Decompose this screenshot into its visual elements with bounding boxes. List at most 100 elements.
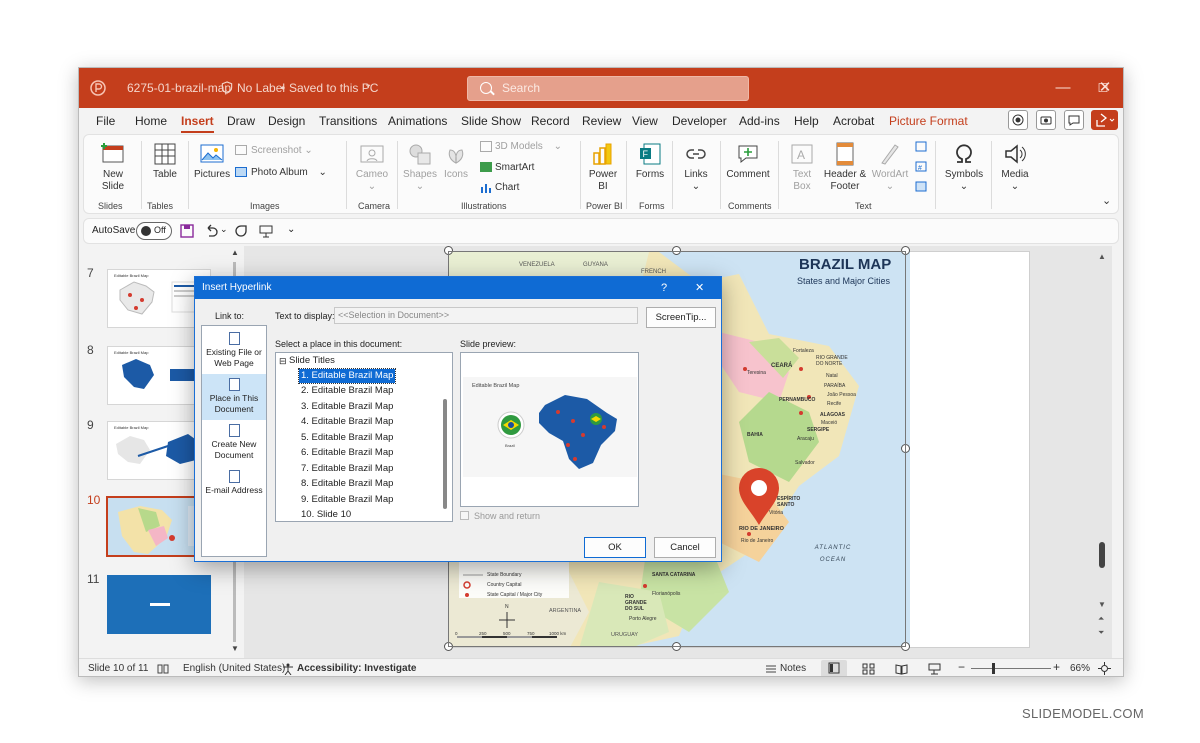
text-box-button[interactable]: A Text Box: [784, 141, 820, 193]
resize-handle[interactable]: [901, 444, 910, 453]
tab-developer[interactable]: Developer: [672, 114, 727, 128]
forms-button[interactable]: F Forms: [632, 141, 668, 181]
slide-subtitle[interactable]: States and Major Cities: [797, 276, 890, 286]
previous-slide-icon[interactable]: ⏶: [1098, 614, 1104, 624]
icons-button[interactable]: Icons: [440, 141, 472, 181]
screenshot-button[interactable]: Screenshot ⌄: [235, 145, 313, 157]
search-box[interactable]: Search: [467, 76, 749, 101]
scroll-thumb[interactable]: [1099, 542, 1105, 568]
help-button[interactable]: ?: [661, 277, 667, 299]
redo-icon[interactable]: [234, 224, 248, 238]
tree-scroll-thumb[interactable]: [443, 399, 447, 509]
save-icon[interactable]: [180, 224, 194, 238]
tab-home[interactable]: Home: [135, 114, 167, 128]
link-existing-file-option[interactable]: Existing File or Web Page: [202, 328, 266, 374]
tree-root[interactable]: Slide Titles: [289, 354, 335, 368]
header-footer-button[interactable]: Header & Footer: [822, 141, 868, 193]
sensitivity-label[interactable]: No Label: [237, 81, 285, 95]
shapes-button[interactable]: Shapes ⌄: [402, 141, 438, 193]
resize-handle[interactable]: [672, 642, 681, 651]
tab-add-ins[interactable]: Add-ins: [739, 114, 780, 128]
minimize-button[interactable]: —: [1043, 68, 1083, 108]
close-window-button[interactable]: ✕: [1085, 68, 1123, 108]
language-indicator[interactable]: English (United States): [183, 663, 285, 674]
tree-item[interactable]: 6. Editable Brazil Map: [299, 446, 395, 460]
camera-button[interactable]: [1036, 110, 1056, 130]
fit-to-window-icon[interactable]: [1098, 662, 1111, 675]
resize-handle[interactable]: [901, 642, 910, 651]
date-time-button[interactable]: [914, 141, 928, 156]
chevron-down-icon[interactable]: ⌄: [364, 79, 372, 90]
zoom-in-button[interactable]: +: [1053, 660, 1060, 674]
scroll-up-icon[interactable]: ▲: [1098, 252, 1106, 261]
scroll-down-icon[interactable]: ▼: [1098, 600, 1106, 609]
resize-handle[interactable]: [672, 246, 681, 255]
slide-scrollbar[interactable]: ▲ ▼ ⏶ ⏷: [1096, 252, 1108, 652]
media-button[interactable]: Media ⌄: [997, 141, 1033, 193]
screentip-button[interactable]: ScreenTip...: [646, 307, 716, 328]
links-button[interactable]: Links ⌄: [678, 141, 714, 193]
table-button[interactable]: Table: [147, 141, 183, 181]
show-and-return-checkbox[interactable]: [460, 511, 469, 520]
symbols-button[interactable]: Symbols ⌄: [942, 141, 986, 193]
link-place-in-document-option[interactable]: Place in This Document: [202, 374, 266, 420]
tab-animations[interactable]: Animations: [388, 114, 447, 128]
tab-insert[interactable]: Insert: [181, 114, 214, 133]
undo-icon[interactable]: [204, 224, 218, 238]
normal-view-button[interactable]: [821, 660, 847, 676]
slide-number-button[interactable]: #: [914, 161, 928, 176]
undo-dropdown[interactable]: ⌄: [220, 224, 228, 235]
chart-button[interactable]: Chart: [480, 182, 519, 194]
tab-slide-show[interactable]: Slide Show: [461, 114, 521, 128]
tree-item[interactable]: 9. Editable Brazil Map: [299, 493, 395, 507]
tree-collapse-icon[interactable]: ⊟: [279, 356, 287, 367]
zoom-level[interactable]: 66%: [1070, 663, 1090, 674]
tab-transitions[interactable]: Transitions: [319, 114, 377, 128]
ok-button[interactable]: OK: [584, 537, 646, 558]
tab-design[interactable]: Design: [268, 114, 305, 128]
slide-title[interactable]: BRAZIL MAP: [799, 256, 891, 273]
tab-review[interactable]: Review: [582, 114, 621, 128]
accessibility-checker[interactable]: Accessibility: Investigate: [297, 663, 417, 674]
tab-view[interactable]: View: [632, 114, 658, 128]
cancel-button[interactable]: Cancel: [654, 537, 716, 558]
tab-file[interactable]: File: [96, 114, 115, 128]
comment-button[interactable]: Comment: [726, 141, 770, 181]
spelling-icon[interactable]: [157, 663, 169, 675]
zoom-slider-track[interactable]: [971, 668, 1051, 669]
wordart-button[interactable]: WordArt ⌄: [870, 141, 910, 193]
share-button[interactable]: [1091, 110, 1118, 130]
link-email-address-option[interactable]: E-mail Address: [202, 466, 266, 512]
zoom-out-button[interactable]: −: [958, 660, 965, 674]
text-to-display-field[interactable]: <<Selection in Document>>: [334, 307, 638, 324]
power-bi-button[interactable]: Power BI: [585, 141, 621, 193]
autosave-toggle[interactable]: Off: [136, 222, 172, 240]
tab-record[interactable]: Record: [531, 114, 570, 128]
tree-item[interactable]: 4. Editable Brazil Map: [299, 415, 395, 429]
link-create-new-document-option[interactable]: Create New Document: [202, 420, 266, 466]
present-icon[interactable]: [259, 224, 273, 238]
tree-item[interactable]: 10. Slide 10: [299, 508, 353, 521]
tab-help[interactable]: Help: [794, 114, 819, 128]
resize-handle[interactable]: [444, 246, 453, 255]
next-slide-icon[interactable]: ⏷: [1098, 628, 1104, 638]
collapse-ribbon-button[interactable]: ⌄: [1102, 195, 1111, 207]
comments-button[interactable]: [1064, 110, 1084, 130]
object-button[interactable]: [914, 181, 928, 196]
reading-view-icon[interactable]: [895, 663, 908, 675]
zoom-slider-thumb[interactable]: [992, 663, 995, 674]
tree-item[interactable]: 1. Editable Brazil Map: [297, 368, 397, 384]
tab-acrobat[interactable]: Acrobat: [833, 114, 874, 128]
scroll-up-icon[interactable]: ▲: [231, 248, 239, 257]
tree-item[interactable]: 8. Editable Brazil Map: [299, 477, 395, 491]
pictures-button[interactable]: Pictures: [194, 141, 230, 181]
document-places-tree[interactable]: ⊟ Slide Titles 1. Editable Brazil Map 2.…: [275, 352, 453, 522]
slide-sorter-icon[interactable]: [862, 663, 875, 675]
tab-draw[interactable]: Draw: [227, 114, 255, 128]
tree-item[interactable]: 5. Editable Brazil Map: [299, 431, 395, 445]
resize-handle[interactable]: [444, 642, 453, 651]
tree-item[interactable]: 2. Editable Brazil Map: [299, 384, 395, 398]
slide-show-icon[interactable]: [928, 663, 941, 675]
tree-item[interactable]: 3. Editable Brazil Map: [299, 400, 395, 414]
tab-picture-format[interactable]: Picture Format: [889, 114, 968, 128]
